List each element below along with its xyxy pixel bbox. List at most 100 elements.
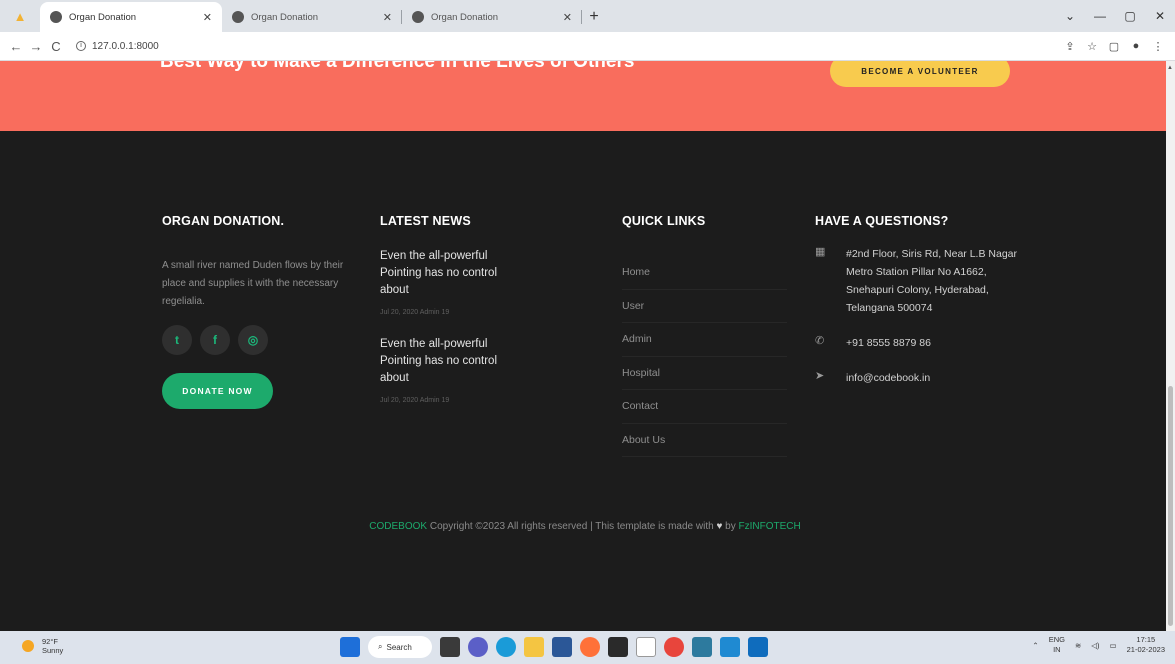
favicon-icon xyxy=(412,11,424,23)
footer-quick-links: QUICK LINKS Home User Admin Hospital Con… xyxy=(622,214,787,457)
tab-organ-donation-3[interactable]: Organ Donation ✕ xyxy=(402,2,582,32)
firefox-icon[interactable] xyxy=(580,637,600,657)
tab-close-icon[interactable]: ✕ xyxy=(203,11,212,24)
taskbar-search[interactable]: ⌕ Search xyxy=(368,636,432,658)
news-item-title[interactable]: Even the all-powerful Pointing has no co… xyxy=(380,248,510,299)
vscode-icon[interactable] xyxy=(720,637,740,657)
windows-start-icon[interactable] xyxy=(340,637,360,657)
site-info-icon[interactable]: i xyxy=(76,41,86,51)
sidebar-icon[interactable]: ▢ xyxy=(1103,40,1125,53)
url-input[interactable]: i 127.0.0.1:8000 xyxy=(76,35,1059,57)
phone-text[interactable]: +91 8555 8879 86 xyxy=(846,334,931,352)
favicon-icon xyxy=(232,11,244,23)
news-title: LATEST NEWS xyxy=(380,214,471,228)
link-about-us[interactable]: About Us xyxy=(622,424,787,457)
about-title: ORGAN DONATION. xyxy=(162,214,285,228)
phone-icon: ✆ xyxy=(815,335,825,347)
battery-icon[interactable]: ▭ xyxy=(1110,641,1117,650)
become-volunteer-button[interactable]: BECOME A VOLUNTEER xyxy=(830,61,1010,87)
quick-links-list: Home User Admin Hospital Contact About U… xyxy=(622,256,787,457)
tab-organ-donation-2[interactable]: Organ Donation ✕ xyxy=(222,2,402,32)
photos-icon[interactable] xyxy=(692,637,712,657)
back-arrow-icon[interactable]: ← xyxy=(6,39,26,54)
taskbar-apps: ⌕ Search xyxy=(340,636,768,658)
contact-phone[interactable]: ✆ +91 8555 8879 86 xyxy=(815,334,1025,352)
close-window-button[interactable]: ✕ xyxy=(1145,9,1175,23)
new-tab-button[interactable]: + xyxy=(582,2,606,32)
language-indicator[interactable]: ENG IN xyxy=(1049,635,1065,655)
brand-link[interactable]: CODEBOOK xyxy=(369,521,427,532)
dropbox-icon[interactable] xyxy=(608,637,628,657)
donate-now-button[interactable]: DONATE NOW xyxy=(162,373,273,409)
scrollbar-thumb[interactable] xyxy=(1168,386,1173,626)
os-taskbar: 92°F Sunny ⌕ Search ⌃ ENG IN ≋ ◁) ▭ 17:1… xyxy=(0,631,1175,664)
tab-close-icon[interactable]: ✕ xyxy=(563,11,572,24)
link-home[interactable]: Home xyxy=(622,256,787,290)
page-scrollbar[interactable]: ▲ xyxy=(1166,61,1175,631)
maximize-button[interactable]: ▢ xyxy=(1115,9,1145,23)
chevron-up-icon[interactable]: ⌃ xyxy=(1032,641,1038,650)
reload-icon[interactable]: C xyxy=(46,39,66,54)
bookmark-star-icon[interactable]: ☆ xyxy=(1081,40,1103,53)
link-hospital[interactable]: Hospital xyxy=(622,357,787,390)
copyright-by: by xyxy=(722,521,739,532)
page-viewport: Best Way to Make a Difference in the Liv… xyxy=(0,61,1166,631)
weather-widget[interactable]: 92°F Sunny xyxy=(22,637,63,655)
favicon-icon xyxy=(50,11,62,23)
link-admin[interactable]: Admin xyxy=(622,323,787,357)
contact-address: ▦ #2nd Floor, Siris Rd, Near L.B Nagar M… xyxy=(815,245,1025,317)
minimize-button[interactable]: — xyxy=(1085,9,1115,23)
system-tray: ⌃ ENG IN ≋ ◁) ▭ 17:15 21-02-2023 xyxy=(1032,635,1165,655)
scroll-up-icon[interactable]: ▲ xyxy=(1167,65,1173,71)
tab-close-icon[interactable]: ✕ xyxy=(383,11,392,24)
cta-title: Best Way to Make a Difference in the Liv… xyxy=(160,61,635,72)
news-item[interactable]: Even the all-powerful Pointing has no co… xyxy=(380,336,510,404)
author-link[interactable]: FzINFOTECH xyxy=(739,521,801,532)
contact-title: HAVE A QUESTIONS? xyxy=(815,214,949,228)
news-item-title[interactable]: Even the all-powerful Pointing has no co… xyxy=(380,336,510,387)
cta-band: Best Way to Make a Difference in the Liv… xyxy=(0,61,1166,131)
chrome-icon[interactable] xyxy=(664,637,684,657)
menu-kebab-icon[interactable]: ⋮ xyxy=(1147,40,1169,53)
volume-icon[interactable]: ◁) xyxy=(1091,641,1099,650)
facebook-icon[interactable]: f xyxy=(200,325,230,355)
address-bar: ← → C i 127.0.0.1:8000 ⇪ ☆ ▢ ● ⋮ xyxy=(0,32,1175,61)
news-item[interactable]: Even the all-powerful Pointing has no co… xyxy=(380,248,510,316)
search-label: Search xyxy=(386,642,412,652)
clock[interactable]: 17:15 21-02-2023 xyxy=(1127,635,1165,655)
url-text: 127.0.0.1:8000 xyxy=(92,40,159,52)
address-text: #2nd Floor, Siris Rd, Near L.B Nagar Met… xyxy=(846,248,1017,314)
outlook-icon[interactable] xyxy=(748,637,768,657)
instagram-icon[interactable]: ◎ xyxy=(238,325,268,355)
tab-search-icon[interactable]: ⌄ xyxy=(1055,9,1085,23)
social-links: t f ◎ xyxy=(162,325,362,355)
contact-email[interactable]: ➤ info@codebook.in xyxy=(815,369,1025,387)
task-view-icon[interactable] xyxy=(440,637,460,657)
wifi-icon[interactable]: ≋ xyxy=(1075,641,1081,650)
map-icon: ▦ xyxy=(815,246,826,258)
about-text: A small river named Duden flows by their… xyxy=(162,260,344,307)
copyright-bar: CODEBOOK Copyright ©2023 All rights rese… xyxy=(0,521,1020,532)
tab-organ-donation-1[interactable]: Organ Donation ✕ xyxy=(40,2,222,32)
link-contact[interactable]: Contact xyxy=(622,390,787,424)
quick-links-title: QUICK LINKS xyxy=(622,214,706,228)
file-explorer-icon[interactable] xyxy=(524,637,544,657)
link-user[interactable]: User xyxy=(622,290,787,323)
chat-icon[interactable] xyxy=(468,637,488,657)
footer-latest-news: LATEST NEWS Even the all-powerful Pointi… xyxy=(380,214,510,404)
footer-about: ORGAN DONATION. A small river named Dude… xyxy=(162,214,362,409)
forward-arrow-icon[interactable]: → xyxy=(26,39,46,54)
email-text[interactable]: info@codebook.in xyxy=(846,369,930,387)
twitter-icon[interactable]: t xyxy=(162,325,192,355)
app-logo-icon: ▲ xyxy=(13,8,27,24)
window-controls: ⌄ — ▢ ✕ xyxy=(1055,0,1175,32)
news-item-meta: Jul 20, 2020 Admin 19 xyxy=(380,309,450,316)
clock-time: 17:15 xyxy=(1136,635,1156,644)
edge-icon[interactable] xyxy=(496,637,516,657)
profile-avatar-icon[interactable]: ● xyxy=(1125,40,1147,52)
paper-plane-icon: ➤ xyxy=(815,370,825,382)
amazon-icon[interactable] xyxy=(636,637,656,657)
store-icon[interactable] xyxy=(552,637,572,657)
share-icon[interactable]: ⇪ xyxy=(1059,40,1081,53)
clock-date: 21-02-2023 xyxy=(1126,645,1165,654)
